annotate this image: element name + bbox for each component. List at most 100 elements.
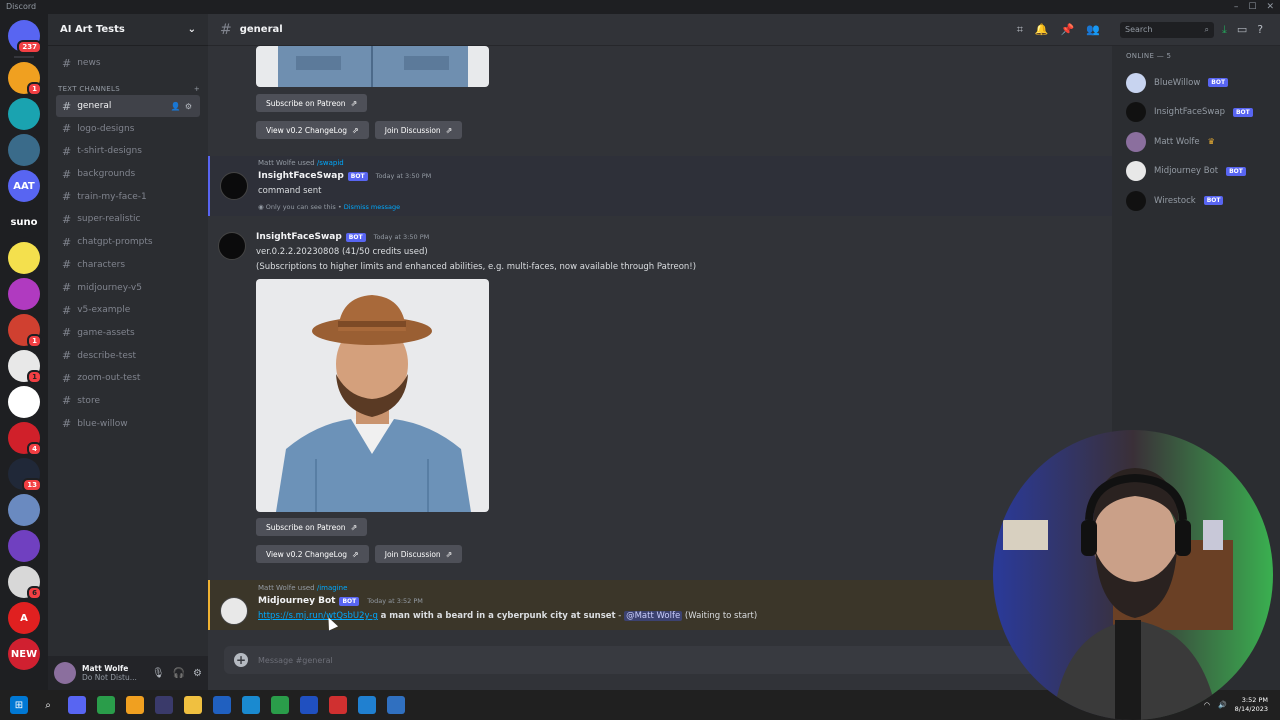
- avatar[interactable]: [220, 597, 248, 625]
- minimize-button[interactable]: –: [1234, 0, 1239, 14]
- server-icon[interactable]: 1: [8, 314, 42, 348]
- server-icon[interactable]: suno: [8, 206, 40, 238]
- channel-game-assets[interactable]: # game-assets: [56, 322, 200, 345]
- channel-logo-designs[interactable]: # logo-designs: [56, 117, 200, 140]
- channel-settings-icon[interactable]: 👤⚙: [171, 102, 196, 111]
- join-discussion-button[interactable]: Join Discussion ⇗: [374, 545, 463, 563]
- add-attachment-button[interactable]: +: [234, 653, 248, 667]
- windows-start-icon[interactable]: ⊞: [10, 696, 28, 714]
- threads-icon[interactable]: ⌗: [1017, 23, 1023, 37]
- server-icon[interactable]: AAT: [8, 170, 40, 202]
- server-icon[interactable]: 4: [8, 422, 42, 456]
- store-icon[interactable]: [358, 696, 376, 714]
- author-name[interactable]: InsightFaceSwap: [258, 171, 344, 181]
- channel-news[interactable]: # news: [56, 52, 200, 75]
- app-icon[interactable]: [300, 696, 318, 714]
- user-mention[interactable]: @Matt Wolfe: [624, 611, 683, 621]
- subscribe-button[interactable]: Subscribe on Patreon ⇗: [256, 518, 368, 536]
- bell-icon[interactable]: 🔔: [1035, 23, 1049, 36]
- members-icon[interactable]: 👥: [1086, 23, 1100, 36]
- pin-icon[interactable]: 📌: [1061, 23, 1075, 36]
- chrome-icon[interactable]: [271, 696, 289, 714]
- server-header[interactable]: AI Art Tests ⌄: [48, 14, 208, 46]
- server-icon[interactable]: 1: [8, 350, 42, 384]
- category-text-channels[interactable]: TEXT CHANNELS +: [56, 75, 200, 95]
- changelog-button[interactable]: View v0.2 ChangeLog ⇗: [256, 545, 369, 563]
- edge-icon[interactable]: [242, 696, 260, 714]
- discord-home-icon[interactable]: 237: [8, 20, 42, 54]
- channel-midjourney-v5[interactable]: # midjourney-v5: [56, 276, 200, 299]
- close-button[interactable]: ✕: [1266, 0, 1274, 14]
- avatar[interactable]: [218, 232, 246, 260]
- server-icon[interactable]: [8, 242, 40, 274]
- command-name[interactable]: /imagine: [317, 584, 348, 592]
- channel-general[interactable]: # general 👤⚙: [56, 94, 200, 118]
- server-icon[interactable]: [8, 494, 40, 526]
- dismiss-link[interactable]: Dismiss message: [344, 203, 400, 211]
- server-icon[interactable]: [8, 386, 40, 418]
- faceswap-image[interactable]: [256, 279, 489, 512]
- member-name: Midjourney Bot: [1154, 166, 1219, 177]
- command-name[interactable]: /swapid: [317, 159, 344, 167]
- channel-store[interactable]: # store: [56, 390, 200, 413]
- files-icon[interactable]: [126, 696, 144, 714]
- channel-blue-willow[interactable]: # blue-willow: [56, 412, 200, 435]
- server-icon[interactable]: [8, 530, 40, 562]
- search-input[interactable]: Search ⌕: [1120, 21, 1214, 38]
- server-icon[interactable]: [8, 278, 40, 310]
- wifi-icon[interactable]: ◠: [1204, 701, 1210, 709]
- chrome-icon[interactable]: [97, 696, 115, 714]
- headphones-icon[interactable]: 🎧: [173, 668, 185, 679]
- channel-backgrounds[interactable]: # backgrounds: [56, 163, 200, 186]
- changelog-button[interactable]: View v0.2 ChangeLog ⇗: [256, 121, 369, 139]
- explorer-icon[interactable]: [184, 696, 202, 714]
- avatar[interactable]: [54, 662, 76, 684]
- page-title: general: [239, 24, 283, 35]
- member-item[interactable]: Wirestock BOT: [1126, 186, 1266, 216]
- author-name[interactable]: InsightFaceSwap: [256, 232, 342, 242]
- discord-icon[interactable]: [68, 696, 86, 714]
- chevron-down-icon[interactable]: ⌄: [188, 24, 196, 35]
- server-icon[interactable]: A: [8, 602, 40, 634]
- member-item[interactable]: Matt Wolfe ♛: [1126, 127, 1266, 157]
- faceswap-image-top[interactable]: [256, 46, 489, 87]
- server-icon[interactable]: 13: [8, 458, 42, 492]
- microphone-icon[interactable]: 🎙: [152, 668, 165, 679]
- prompt-link[interactable]: https://s.mj.run/wtQsbU2y-g: [258, 611, 378, 621]
- clock[interactable]: 3:52 PM 8/14/2023: [1235, 696, 1268, 714]
- channel-zoom-out-test[interactable]: # zoom-out-test: [56, 367, 200, 390]
- app-icon[interactable]: [387, 696, 405, 714]
- gear-icon[interactable]: ⚙: [193, 668, 202, 679]
- search-icon[interactable]: ⌕: [39, 696, 57, 714]
- volume-icon[interactable]: 🔊: [1218, 701, 1227, 709]
- join-discussion-button[interactable]: Join Discussion ⇗: [374, 121, 463, 139]
- server-icon[interactable]: 6: [8, 566, 42, 600]
- channel-v5-example[interactable]: # v5-example: [56, 299, 200, 322]
- author-name[interactable]: Midjourney Bot: [258, 596, 335, 606]
- unread-badge: 1: [27, 370, 42, 384]
- message-input[interactable]: [258, 655, 1063, 665]
- maximize-button[interactable]: ☐: [1248, 0, 1256, 14]
- download-icon[interactable]: ⤓: [1222, 23, 1227, 37]
- member-item[interactable]: Midjourney Bot BOT: [1126, 157, 1266, 187]
- app-icon[interactable]: [213, 696, 231, 714]
- server-icon[interactable]: [8, 98, 40, 130]
- channel-chatgpt-prompts[interactable]: # chatgpt-prompts: [56, 231, 200, 254]
- server-icon[interactable]: NEW: [8, 638, 40, 670]
- member-item[interactable]: BlueWillow BOT: [1126, 68, 1266, 98]
- app-icon[interactable]: [329, 696, 347, 714]
- channel-t-shirt-designs[interactable]: # t-shirt-designs: [56, 140, 200, 163]
- inbox-icon[interactable]: ▭: [1237, 23, 1247, 36]
- member-item[interactable]: InsightFaceSwap BOT: [1126, 98, 1266, 128]
- help-icon[interactable]: ?: [1257, 23, 1263, 36]
- server-icon[interactable]: [8, 134, 40, 166]
- channel-describe-test[interactable]: # describe-test: [56, 344, 200, 367]
- channel-train-my-face-1[interactable]: # train-my-face-1: [56, 185, 200, 208]
- add-channel-icon[interactable]: +: [194, 85, 200, 93]
- obs-icon[interactable]: [155, 696, 173, 714]
- avatar[interactable]: [220, 172, 248, 200]
- channel-characters[interactable]: # characters: [56, 254, 200, 277]
- subscribe-button[interactable]: Subscribe on Patreon ⇗: [256, 94, 368, 112]
- channel-super-realistic[interactable]: # super-realistic: [56, 208, 200, 231]
- server-icon[interactable]: 1: [8, 62, 42, 96]
